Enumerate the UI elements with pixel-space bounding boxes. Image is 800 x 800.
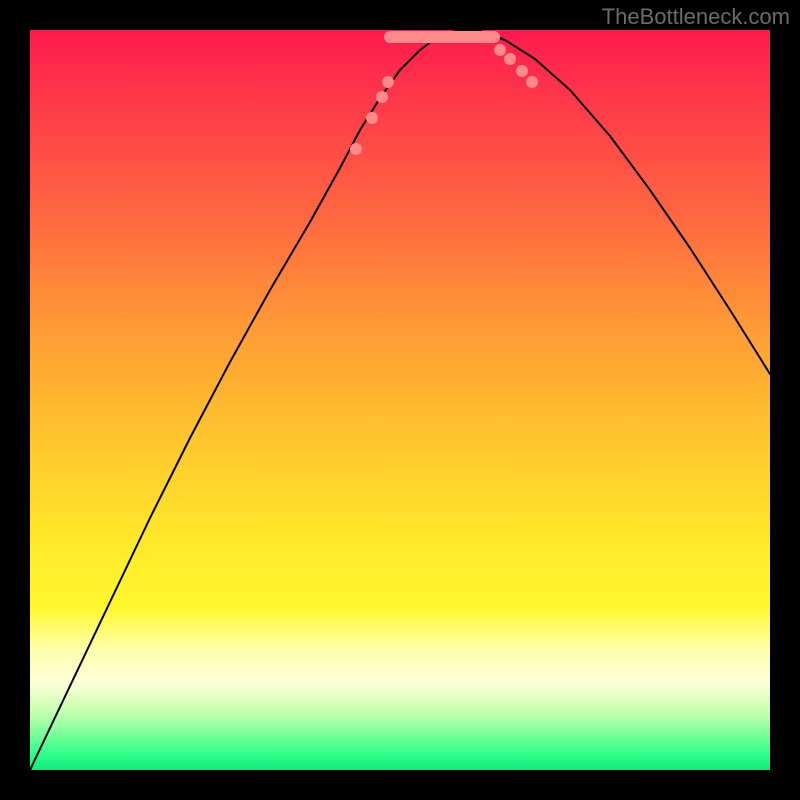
marker-dot (382, 76, 394, 88)
marker-dot (516, 65, 528, 77)
watermark-text: TheBottleneck.com (602, 4, 790, 30)
marker-dot (366, 112, 378, 124)
chart-frame: TheBottleneck.com (0, 0, 800, 800)
marker-dot (504, 53, 516, 65)
curve-overlay (30, 30, 770, 770)
curve-path (30, 30, 770, 770)
marker-dot (526, 76, 538, 88)
marker-dot (376, 91, 388, 103)
marker-dot (494, 44, 506, 56)
marker-dot (350, 143, 362, 155)
